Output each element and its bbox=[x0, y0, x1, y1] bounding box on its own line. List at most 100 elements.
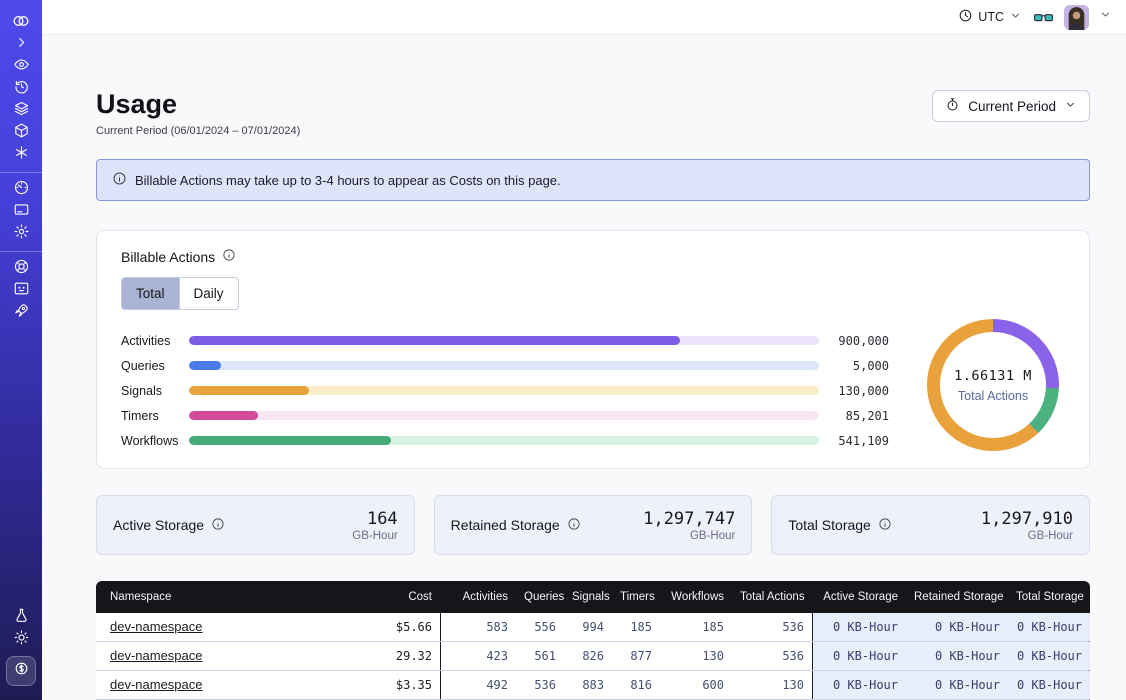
sidebar-item-docs-terminal[interactable] bbox=[0, 280, 42, 302]
namespace-link[interactable]: dev-namespace bbox=[110, 648, 203, 663]
sidebar-item-asterisk[interactable] bbox=[0, 144, 42, 166]
sidebar-item-history[interactable] bbox=[0, 78, 42, 100]
table-cell: $3.35 bbox=[350, 671, 440, 699]
timezone-selector[interactable]: UTC bbox=[958, 8, 1022, 26]
total-storage-value: 1,297,910 bbox=[981, 509, 1073, 529]
sidebar-item-rocket[interactable] bbox=[0, 302, 42, 324]
column-header: Queries bbox=[516, 581, 564, 613]
info-icon[interactable] bbox=[567, 517, 581, 534]
namespace-cell: dev-namespace bbox=[96, 642, 350, 670]
bar-fill bbox=[189, 411, 258, 420]
bar-label: Signals bbox=[121, 384, 189, 398]
active-storage-unit: GB-Hour bbox=[352, 530, 397, 542]
bar-fill bbox=[189, 386, 309, 395]
rocket-icon bbox=[13, 302, 30, 324]
sidebar-item-chevron-right[interactable] bbox=[0, 34, 42, 56]
avatar[interactable] bbox=[1064, 5, 1089, 30]
table-cell: 536 bbox=[732, 613, 812, 641]
sidebar-item-lab-flask[interactable] bbox=[0, 607, 42, 629]
table-cell: 130 bbox=[660, 642, 732, 670]
billing-card-icon bbox=[13, 201, 30, 223]
bar-track bbox=[189, 361, 819, 370]
bar-row: Timers 85,201 bbox=[121, 403, 889, 428]
sidebar-item-support-lifebuoy[interactable] bbox=[0, 258, 42, 280]
gauge-icon bbox=[13, 179, 30, 201]
table-cell: $5.66 bbox=[350, 613, 440, 641]
bar-row: Queries 5,000 bbox=[121, 353, 889, 378]
table-cell: 0 KB-Hour bbox=[812, 642, 906, 670]
table-cell: 29.32 bbox=[350, 642, 440, 670]
sidebar-item-gauge[interactable] bbox=[0, 179, 42, 201]
temporal-logo-icon bbox=[11, 11, 31, 36]
chevron-down-icon[interactable] bbox=[1099, 8, 1112, 26]
info-icon[interactable] bbox=[222, 248, 236, 265]
sidebar-item-theme-sun[interactable] bbox=[0, 629, 42, 651]
table-cell: 583 bbox=[440, 613, 516, 641]
sidebar-item-settings-gear[interactable] bbox=[0, 223, 42, 245]
table-cell: 556 bbox=[516, 613, 564, 641]
sidebar-item-cube[interactable] bbox=[0, 122, 42, 144]
sidebar-item-eye[interactable] bbox=[0, 56, 42, 78]
bar-track bbox=[189, 336, 819, 345]
namespace-link[interactable]: dev-namespace bbox=[110, 677, 203, 692]
settings-gear-icon bbox=[13, 223, 30, 245]
page-subtitle: Current Period (06/01/2024 – 07/01/2024) bbox=[96, 125, 300, 137]
table-cell: 423 bbox=[440, 642, 516, 670]
table-cell: 600 bbox=[660, 671, 732, 699]
namespace-cell: dev-namespace bbox=[96, 613, 350, 641]
tab-total[interactable]: Total bbox=[122, 278, 179, 309]
donut-total-label: Total Actions bbox=[958, 389, 1028, 403]
stopwatch-icon bbox=[945, 97, 960, 115]
retained-storage-value: 1,297,747 bbox=[643, 509, 735, 529]
chevron-down-icon bbox=[1009, 9, 1022, 25]
table-cell: 561 bbox=[516, 642, 564, 670]
bar-fill bbox=[189, 436, 391, 445]
table-cell: 826 bbox=[564, 642, 612, 670]
retained-storage-label: Retained Storage bbox=[451, 517, 560, 533]
bar-value: 900,000 bbox=[819, 334, 889, 348]
support-lifebuoy-icon bbox=[13, 258, 30, 280]
column-header: Total Storage bbox=[1008, 581, 1090, 613]
bar-row: Activities 900,000 bbox=[121, 328, 889, 353]
bar-value: 5,000 bbox=[819, 359, 889, 373]
table-cell: 185 bbox=[660, 613, 732, 641]
info-icon[interactable] bbox=[211, 517, 225, 534]
table-cell: 0 KB-Hour bbox=[906, 642, 1008, 670]
table-cell: 0 KB-Hour bbox=[1008, 642, 1090, 670]
namespace-cell: dev-namespace bbox=[96, 671, 350, 699]
namespace-link[interactable]: dev-namespace bbox=[110, 619, 203, 634]
bar-value: 130,000 bbox=[819, 384, 889, 398]
cube-icon bbox=[13, 122, 30, 144]
sidebar-item-layers[interactable] bbox=[0, 100, 42, 122]
bar-fill bbox=[189, 361, 221, 370]
info-icon[interactable] bbox=[878, 517, 892, 534]
glasses-icon[interactable] bbox=[1032, 6, 1054, 28]
billable-actions-title: Billable Actions bbox=[121, 249, 215, 265]
table-row: dev-namespace$5.665835569941851855360 KB… bbox=[96, 613, 1090, 642]
tab-daily[interactable]: Daily bbox=[179, 278, 238, 309]
sidebar-item-temporal-logo[interactable] bbox=[0, 12, 42, 34]
sidebar-item-billing-coin[interactable] bbox=[6, 656, 36, 686]
bar-track bbox=[189, 436, 819, 445]
sidebar-item-billing-card[interactable] bbox=[0, 201, 42, 223]
bar-row: Workflows 541,109 bbox=[121, 428, 889, 453]
storage-cards-row: Active Storage 164 GB-Hour Retained Stor… bbox=[96, 495, 1090, 555]
docs-terminal-icon bbox=[13, 280, 30, 302]
active-storage-label: Active Storage bbox=[113, 517, 204, 533]
period-dropdown-button[interactable]: Current Period bbox=[932, 90, 1090, 122]
retained-storage-card: Retained Storage 1,297,747 GB-Hour bbox=[434, 495, 753, 555]
column-header: Activities bbox=[440, 581, 516, 613]
asterisk-icon bbox=[13, 144, 30, 166]
sidebar bbox=[0, 0, 42, 700]
lab-flask-icon bbox=[13, 607, 30, 629]
bar-value: 541,109 bbox=[819, 434, 889, 448]
total-storage-label: Total Storage bbox=[788, 517, 871, 533]
table-cell: 0 KB-Hour bbox=[812, 613, 906, 641]
clock-icon bbox=[958, 8, 973, 26]
table-cell: 0 KB-Hour bbox=[1008, 671, 1090, 699]
table-cell: 816 bbox=[612, 671, 660, 699]
column-header: Namespace bbox=[96, 581, 350, 613]
usage-table-header: NamespaceCostActivitiesQueriesSignalsTim… bbox=[96, 581, 1090, 613]
column-header: Cost bbox=[350, 581, 440, 613]
period-button-label: Current Period bbox=[968, 99, 1056, 114]
